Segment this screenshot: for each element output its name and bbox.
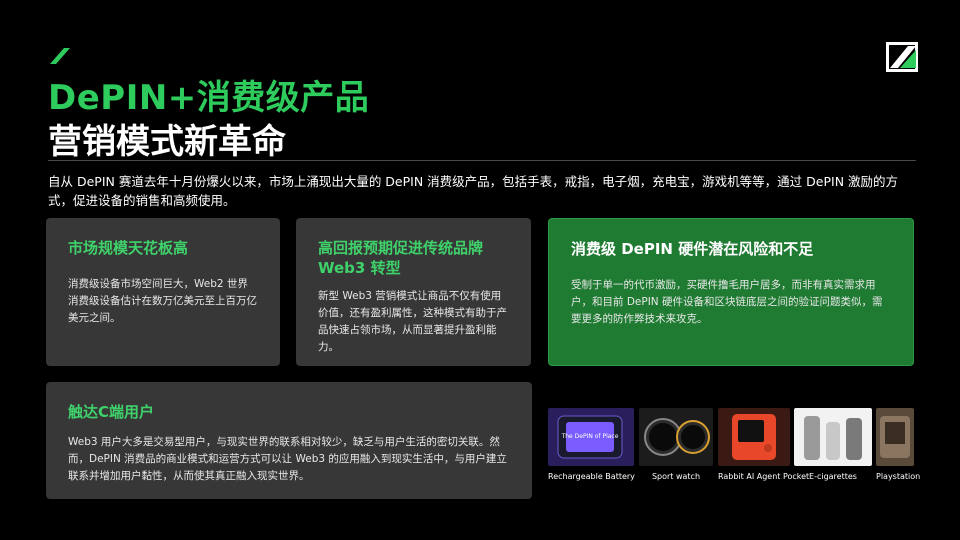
header-divider bbox=[48, 160, 916, 161]
intro-text: 自从 DePIN 赛道去年十月份爆火以来，市场上涌现出大量的 DePIN 消费级… bbox=[48, 174, 899, 208]
product-watch: Sport watch bbox=[639, 408, 713, 481]
card-body: 新型 Web3 营销模式让商品不仅有使用价值，还有盈利属性，这种模式有助于产品快… bbox=[318, 290, 507, 353]
card-risks: 消费级 DePIN 硬件潜在风险和不足 受制于单一的代币激励，买硬件撸毛用户居多… bbox=[548, 218, 914, 366]
ecigarette-image bbox=[794, 408, 872, 466]
card-title: 消费级 DePIN 硬件潜在风险和不足 bbox=[571, 240, 814, 258]
page-title: DePIN+消费级产品 bbox=[48, 78, 370, 118]
brand-logo-icon bbox=[886, 42, 918, 72]
battery-screen-text: The DePIN of Place bbox=[561, 433, 619, 440]
card-body: Web3 用户大多是交易型用户，与现实世界的联系相对较少，缺乏与用户生活的密切关… bbox=[68, 436, 507, 482]
playstation-image bbox=[876, 408, 914, 466]
card-market-size: 市场规模天花板高 消费级设备市场空间巨大，Web2 世界消费级设备估计在数万亿美… bbox=[46, 218, 280, 366]
page-subtitle: 营销模式新革命 bbox=[48, 122, 286, 162]
product-battery: The DePIN of Place Rechargeable Battery bbox=[548, 408, 635, 481]
product-label: Rabbit AI Agent Pocket bbox=[718, 472, 810, 481]
card-title: 市场规模天花板高 bbox=[68, 239, 189, 257]
product-gallery: The DePIN of Place Rechargeable Battery … bbox=[548, 408, 921, 481]
product-label: Rechargeable Battery bbox=[548, 472, 635, 481]
card-body: 消费级设备市场空间巨大，Web2 世界消费级设备估计在数万亿美元至上百万亿美元之… bbox=[68, 278, 257, 324]
product-playstation: Playstation bbox=[876, 408, 921, 481]
card-body: 受制于单一的代币激励，买硬件撸毛用户居多，而非有真实需求用户，和目前 DePIN… bbox=[571, 279, 883, 325]
product-rabbit: Rabbit AI Agent Pocket bbox=[718, 408, 810, 481]
watch-image bbox=[639, 408, 713, 466]
card-title: 触达C端用户 bbox=[68, 403, 155, 421]
card-high-return: 高回报预期促进传统品牌 Web3 转型 新型 Web3 营销模式让商品不仅有使用… bbox=[296, 218, 531, 366]
card-reach-users: 触达C端用户 Web3 用户大多是交易型用户，与现实世界的联系相对较少，缺乏与用… bbox=[46, 382, 532, 499]
product-label: Sport watch bbox=[651, 472, 701, 481]
product-label: E-cigarettes bbox=[809, 472, 857, 481]
battery-image: The DePIN of Place bbox=[548, 408, 634, 466]
product-ecig: E-cigarettes bbox=[794, 408, 872, 481]
accent-slash-icon bbox=[50, 48, 70, 64]
product-label: Playstation bbox=[876, 472, 921, 481]
card-title: 高回报预期促进传统品牌 Web3 转型 bbox=[318, 239, 484, 277]
rabbit-device-image bbox=[718, 408, 790, 466]
